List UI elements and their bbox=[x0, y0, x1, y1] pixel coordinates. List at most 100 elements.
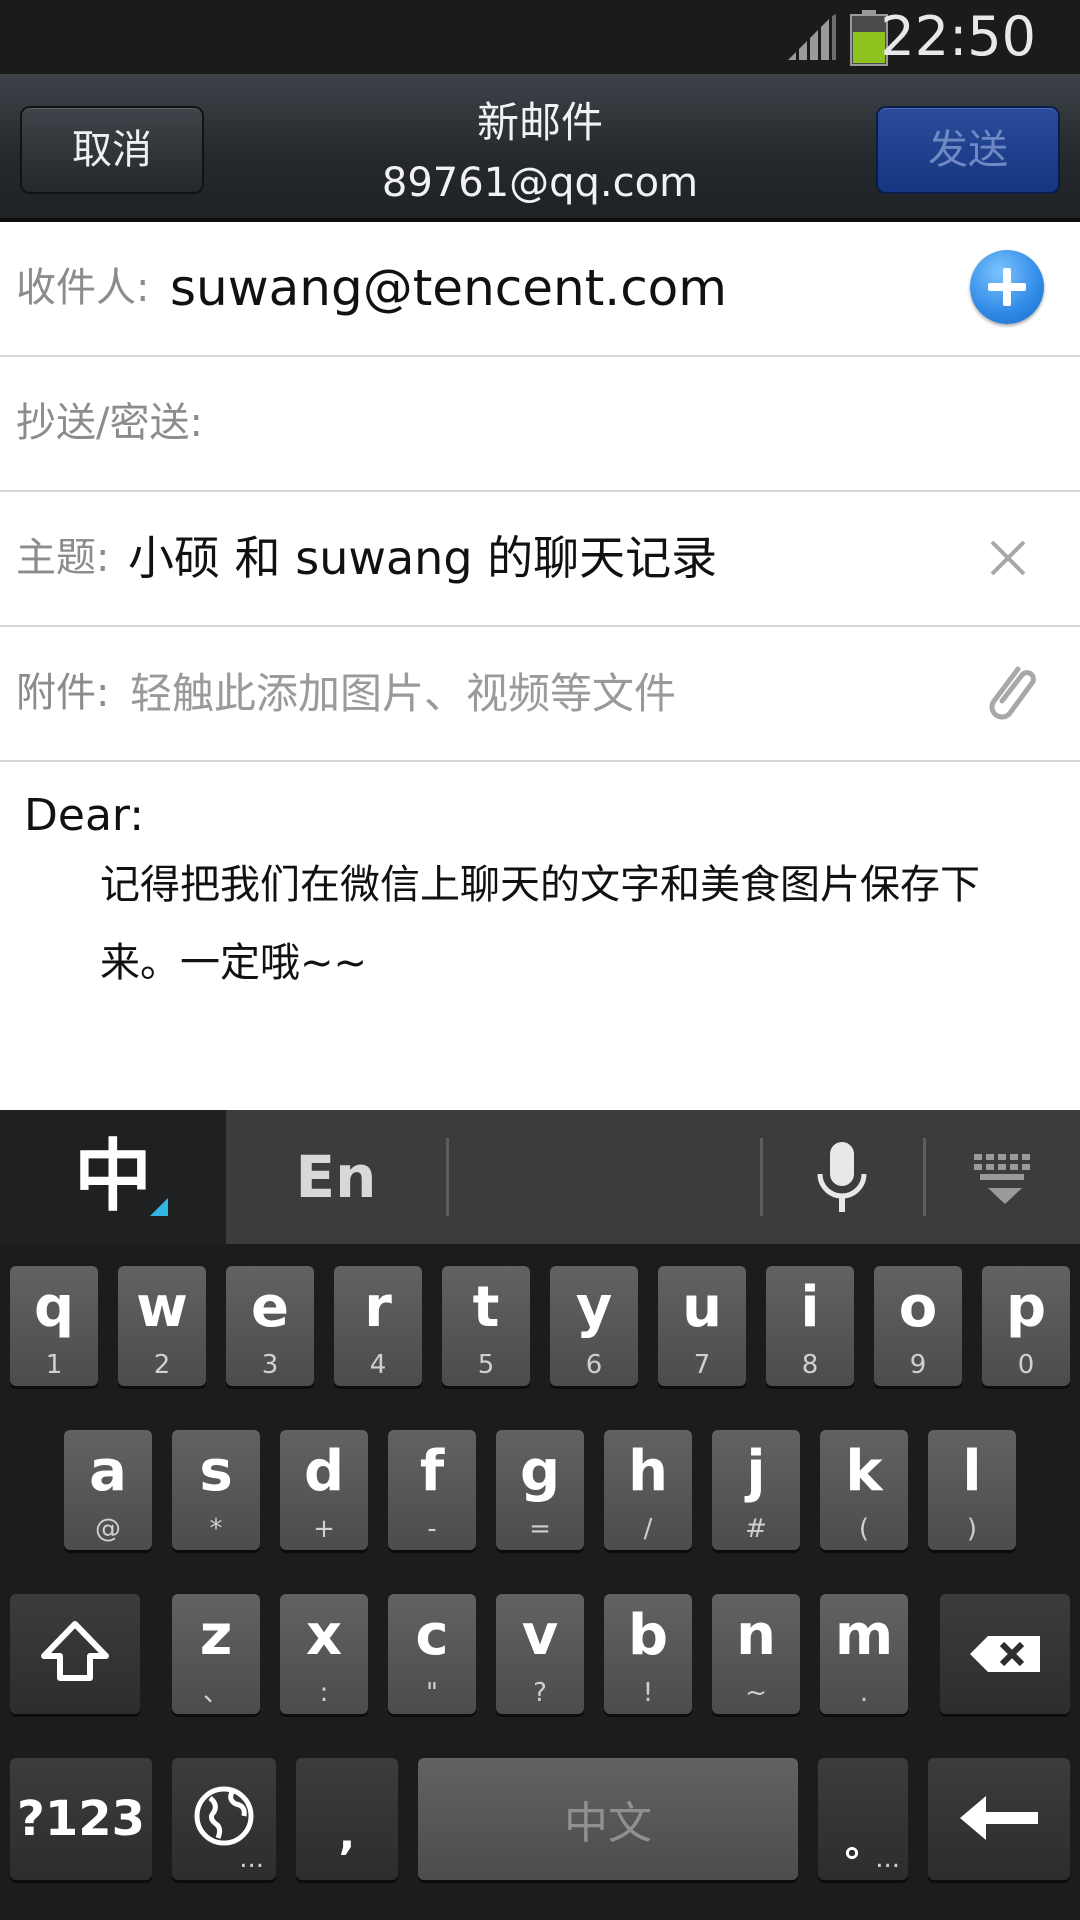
tab-english[interactable]: En bbox=[226, 1110, 446, 1244]
key-main-label: d bbox=[303, 1439, 345, 1504]
microphone-icon[interactable] bbox=[810, 1138, 874, 1220]
key-m[interactable]: m. bbox=[820, 1594, 908, 1714]
key-main-label: h bbox=[628, 1439, 668, 1504]
page-title: 新邮件 bbox=[476, 98, 603, 147]
key-main-label: q bbox=[33, 1275, 75, 1340]
period-key[interactable]: 。 ... bbox=[818, 1758, 908, 1880]
shift-icon bbox=[41, 1621, 109, 1681]
key-e[interactable]: e3 bbox=[226, 1266, 314, 1386]
key-s[interactable]: s * bbox=[172, 1430, 260, 1550]
key-sub-label: / bbox=[643, 1514, 653, 1544]
language-key[interactable]: ... bbox=[172, 1758, 276, 1880]
add-recipient-button[interactable] bbox=[970, 250, 1044, 324]
shift-key[interactable] bbox=[10, 1594, 140, 1714]
tab-chinese[interactable]: 中 bbox=[0, 1110, 226, 1244]
sender-account: 89761@qq.com bbox=[381, 160, 699, 206]
key-main-label: r bbox=[364, 1275, 392, 1340]
key-main-label: o bbox=[898, 1275, 938, 1340]
key-main-label: g bbox=[519, 1439, 561, 1504]
key-l[interactable]: l) bbox=[928, 1430, 1016, 1550]
clear-subject-icon[interactable] bbox=[984, 534, 1032, 582]
key-sub-label: 7 bbox=[693, 1350, 711, 1380]
key-j[interactable]: j # bbox=[712, 1430, 800, 1550]
key-main-label: e bbox=[251, 1275, 289, 1340]
key-b[interactable]: b! bbox=[604, 1594, 692, 1714]
tab-chinese-label: 中 bbox=[73, 1132, 152, 1222]
key-k[interactable]: k( bbox=[820, 1430, 908, 1550]
key-sub-label: 9 bbox=[909, 1350, 927, 1380]
hide-keyboard-icon[interactable] bbox=[970, 1150, 1040, 1210]
key-sub-label: : bbox=[319, 1678, 329, 1708]
key-u[interactable]: u7 bbox=[658, 1266, 746, 1386]
key-sub-label: 8 bbox=[801, 1350, 819, 1380]
comma-key-label: , bbox=[338, 1808, 356, 1860]
toolbar-divider bbox=[923, 1138, 926, 1216]
key-sub-label: 2 bbox=[153, 1350, 171, 1380]
key-g[interactable]: g = bbox=[496, 1430, 584, 1550]
space-key[interactable]: 中文 bbox=[418, 1758, 798, 1880]
key-main-label: a bbox=[89, 1439, 127, 1504]
key-main-label: b bbox=[627, 1603, 669, 1668]
key-sub-label: ( bbox=[858, 1514, 870, 1544]
subject-field[interactable]: 小硕 和 suwang 的聊天记录 bbox=[128, 492, 717, 625]
attachment-row[interactable]: 附件: 轻触此添加图片、视频等文件 bbox=[0, 627, 1080, 762]
key-sub-label: 0 bbox=[1017, 1350, 1035, 1380]
key-sub-label: ~ bbox=[745, 1678, 767, 1708]
key-y[interactable]: y6 bbox=[550, 1266, 638, 1386]
key-sub-label: 4 bbox=[369, 1350, 387, 1380]
paperclip-icon[interactable] bbox=[978, 657, 1042, 729]
language-key-sub: ... bbox=[239, 1844, 264, 1874]
send-button[interactable]: 发送 bbox=[876, 106, 1060, 194]
key-h[interactable]: h / bbox=[604, 1430, 692, 1550]
key-main-label: l bbox=[962, 1439, 982, 1504]
plus-icon bbox=[988, 268, 1026, 306]
key-n[interactable]: n ~ bbox=[712, 1594, 800, 1714]
key-sub-label: 1 bbox=[45, 1350, 63, 1380]
key-main-label: w bbox=[136, 1275, 188, 1340]
key-d[interactable]: d + bbox=[280, 1430, 368, 1550]
mail-body-editor[interactable]: Dear: 记得把我们在微信上聊天的文字和美食图片保存下来。一定哦~~ bbox=[0, 762, 1080, 1110]
key-x[interactable]: x: bbox=[280, 1594, 368, 1714]
keyboard-toolbar: 中 En bbox=[0, 1110, 1080, 1244]
attachment-placeholder: 轻触此添加图片、视频等文件 bbox=[130, 669, 677, 718]
key-main-label: p bbox=[1005, 1275, 1047, 1340]
key-t[interactable]: t5 bbox=[442, 1266, 530, 1386]
status-time: 22:50 bbox=[880, 5, 1036, 68]
attachment-label: 附件: bbox=[16, 670, 110, 716]
key-sub-label: # bbox=[745, 1514, 767, 1544]
key-p[interactable]: p0 bbox=[982, 1266, 1070, 1386]
key-i[interactable]: i8 bbox=[766, 1266, 854, 1386]
key-main-label: y bbox=[575, 1275, 613, 1340]
cancel-button[interactable]: 取消 bbox=[20, 106, 204, 194]
key-w[interactable]: w2 bbox=[118, 1266, 206, 1386]
cc-bcc-row[interactable]: 抄送/密送: bbox=[0, 357, 1080, 492]
active-corner-indicator bbox=[150, 1198, 168, 1216]
key-main-label: z bbox=[199, 1603, 233, 1668]
key-o[interactable]: o9 bbox=[874, 1266, 962, 1386]
backspace-key[interactable] bbox=[940, 1594, 1070, 1714]
key-sub-label: + bbox=[313, 1514, 335, 1544]
to-row[interactable]: 收件人: suwang@tencent.com bbox=[0, 222, 1080, 357]
key-f[interactable]: f- bbox=[388, 1430, 476, 1550]
key-sub-label: * bbox=[209, 1514, 223, 1544]
key-z[interactable]: z、 bbox=[172, 1594, 260, 1714]
key-c[interactable]: c " bbox=[388, 1594, 476, 1714]
key-a[interactable]: a @ bbox=[64, 1430, 152, 1550]
to-label: 收件人: bbox=[16, 265, 150, 311]
body-text: 记得把我们在微信上聊天的文字和美食图片保存下来。一定哦~~ bbox=[100, 862, 980, 986]
key-sub-label: 、 bbox=[202, 1678, 229, 1708]
subject-row[interactable]: 主题: 小硕 和 suwang 的聊天记录 bbox=[0, 492, 1080, 627]
key-main-label: i bbox=[800, 1275, 820, 1340]
enter-key[interactable] bbox=[928, 1758, 1070, 1880]
signal-icon bbox=[788, 14, 836, 60]
comma-key[interactable]: , bbox=[296, 1758, 398, 1880]
symbols-key-label: ?123 bbox=[16, 1791, 146, 1847]
symbols-key[interactable]: ?123 bbox=[10, 1758, 152, 1880]
key-sub-label: - bbox=[427, 1514, 437, 1544]
key-q[interactable]: q1 bbox=[10, 1266, 98, 1386]
key-main-label: m bbox=[834, 1603, 894, 1668]
key-r[interactable]: r4 bbox=[334, 1266, 422, 1386]
to-field[interactable]: suwang@tencent.com bbox=[170, 222, 727, 355]
key-v[interactable]: v? bbox=[496, 1594, 584, 1714]
enter-icon bbox=[960, 1796, 1038, 1840]
